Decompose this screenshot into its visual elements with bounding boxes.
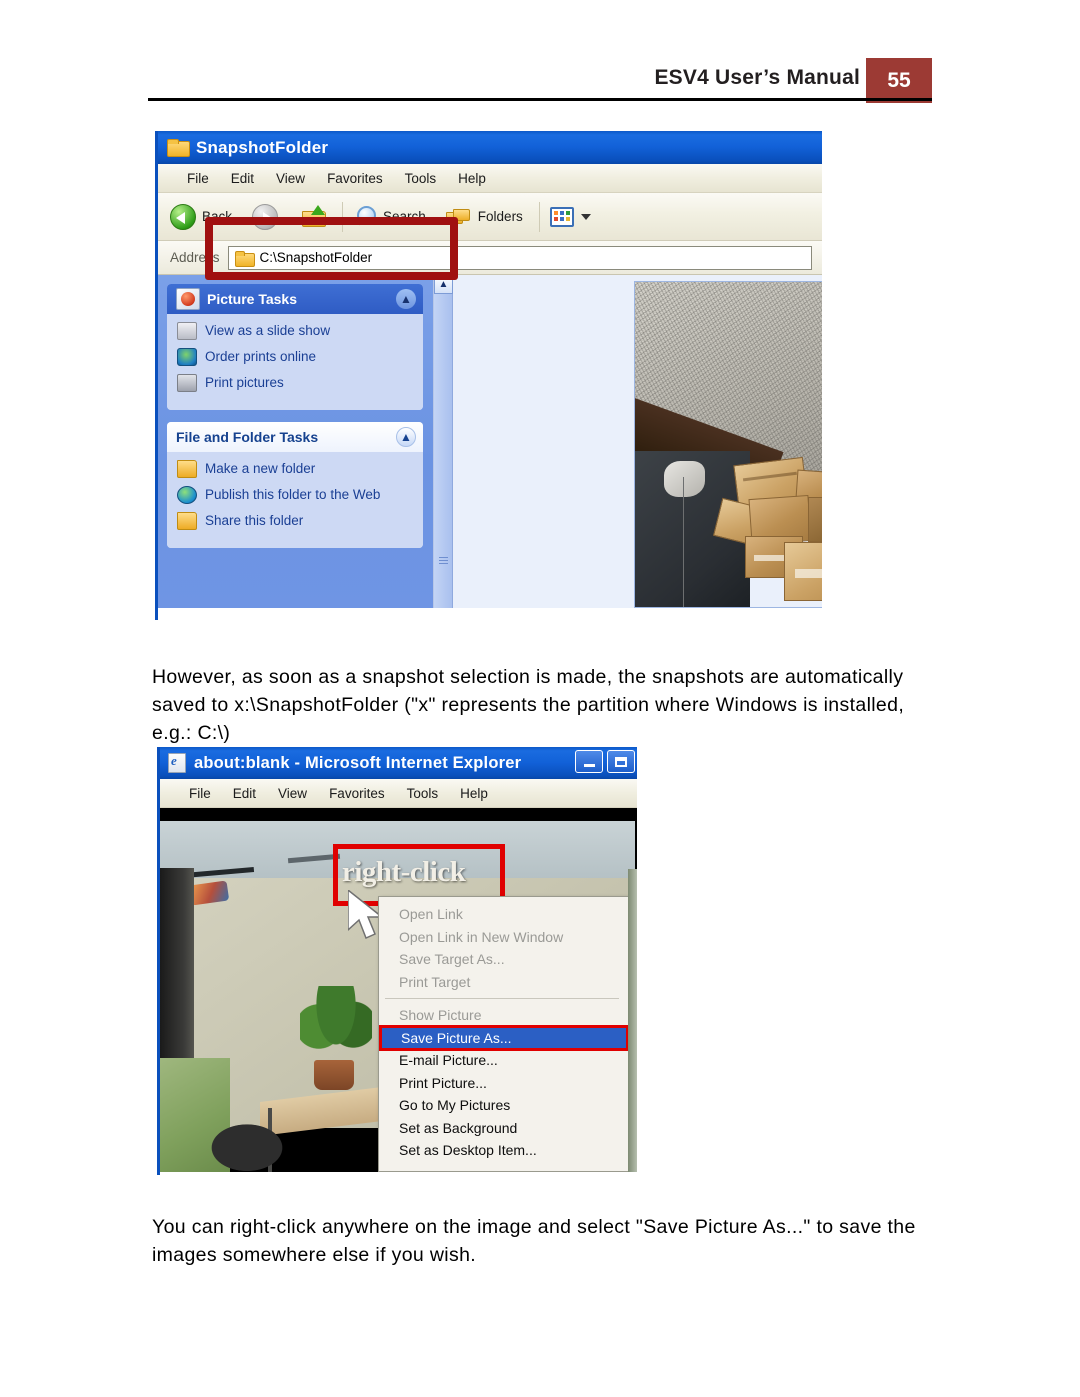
task-order-prints[interactable]: Order prints online [177,348,415,366]
task-label: View as a slide show [205,323,331,338]
photo-wire [683,477,684,607]
context-menu-item-print-picture[interactable]: Print Picture... [379,1072,629,1095]
photo-box [783,542,822,601]
explorer-task-sidebar: Picture Tasks ▲ View as a slide show Ord… [158,275,433,608]
menu-item-tools[interactable]: Tools [396,786,450,801]
menu-item-edit[interactable]: Edit [220,171,265,186]
task-label: Order prints online [205,349,317,364]
menu-item-file[interactable]: File [178,786,222,801]
folder-icon [167,139,190,157]
context-menu-item-save-target-as[interactable]: Save Target As... [379,948,629,971]
minimize-icon [583,764,595,767]
right-click-annotation-label: right-click [342,856,466,888]
toolbar-separator-2 [538,201,540,232]
scroll-grip-icon[interactable] [439,557,448,565]
file-and-folder-tasks-body: Make a new folder Publish this folder to… [167,452,423,548]
context-menu-item-set-as-background[interactable]: Set as Background [379,1117,629,1140]
minimize-button[interactable] [575,750,603,773]
chevron-up-icon[interactable]: ▲ [396,289,416,309]
photo-plant-pot [314,1060,354,1090]
scrollbar-vertical[interactable]: ▲ [434,275,453,608]
context-menu-item-show-picture[interactable]: Show Picture [379,1004,629,1027]
menu-item-help[interactable]: Help [449,786,499,801]
picture-tasks-panel: Picture Tasks ▲ View as a slide show Ord… [167,284,423,410]
task-label: Publish this folder to the Web [205,487,381,502]
paragraph-snapshot-folder: However, as soon as a snapshot selection… [152,665,905,745]
picture-tasks-title: Picture Tasks [207,291,298,307]
paragraph-save-picture-as: You can right-click anywhere on the imag… [152,1215,916,1266]
internet-explorer-window[interactable]: about:blank - Microsoft Internet Explore… [157,747,637,1175]
task-view-slideshow[interactable]: View as a slide show [177,322,415,340]
page-number: 55 [887,68,911,92]
picture-tasks-icon [176,288,200,310]
file-and-folder-tasks-panel: File and Folder Tasks ▲ Make a new folde… [167,422,423,548]
photo-chair [202,1118,292,1172]
file-and-folder-tasks-title: File and Folder Tasks [176,429,319,445]
context-menu-item-print-target[interactable]: Print Target [379,971,629,994]
picture-tasks-header[interactable]: Picture Tasks ▲ [167,284,423,314]
menu-item-view[interactable]: View [265,171,316,186]
context-menu-item-set-as-desktop-item[interactable]: Set as Desktop Item... [379,1139,629,1162]
publish-web-icon [177,486,197,504]
views-button[interactable] [549,206,591,227]
header-divider [148,98,932,101]
back-arrow-icon [170,203,196,230]
ie-page-area[interactable]: right-click Open Link Open Link in New W… [160,808,637,1172]
menu-item-file[interactable]: File [176,171,220,186]
chevron-up-icon[interactable]: ▲ [396,427,416,447]
task-share-folder[interactable]: Share this folder [177,512,415,530]
explorer-title-bar[interactable]: SnapshotFolder [158,131,822,164]
task-label: Make a new folder [205,461,316,476]
maximize-icon [615,756,627,767]
context-menu-item-save-picture-as[interactable]: Save Picture As... [379,1024,629,1051]
window-controls[interactable] [575,750,637,773]
order-prints-icon [177,348,197,366]
context-menu[interactable]: Open Link Open Link in New Window Save T… [378,896,630,1172]
page-title: ESV4 User’s Manual [654,66,860,89]
folders-button-label: Folders [477,209,523,224]
new-folder-icon [177,460,197,478]
snapshot-thumbnail[interactable] [634,281,822,608]
ie-window-right-edge [628,869,637,1172]
task-label: Share this folder [205,513,304,528]
task-make-new-folder[interactable]: Make a new folder [177,460,415,478]
explorer-window[interactable]: SnapshotFolder File Edit View Favorites … [155,131,822,620]
file-and-folder-tasks-header[interactable]: File and Folder Tasks ▲ [167,422,423,452]
address-bar-highlight-box [205,217,458,280]
task-label: Print pictures [205,375,284,390]
page-header: ESV4 User’s Manual 55 [0,0,1080,110]
task-publish-to-web[interactable]: Publish this folder to the Web [177,486,415,504]
photo-top-bar [160,808,635,821]
explorer-window-title: SnapshotFolder [196,137,329,157]
context-menu-item-email-picture[interactable]: E-mail Picture... [379,1049,629,1072]
context-menu-item-open-link[interactable]: Open Link [379,903,629,926]
explorer-menu-bar[interactable]: File Edit View Favorites Tools Help [158,164,822,193]
menu-item-favorites[interactable]: Favorites [318,786,396,801]
picture-tasks-body: View as a slide show Order prints online… [167,314,423,410]
menu-item-view[interactable]: View [267,786,318,801]
context-menu-item-open-link-new-window[interactable]: Open Link in New Window [379,926,629,949]
menu-item-tools[interactable]: Tools [394,171,448,186]
ie-window-title: about:blank - Microsoft Internet Explore… [194,753,522,772]
menu-item-edit[interactable]: Edit [222,786,267,801]
ie-menu-bar[interactable]: File Edit View Favorites Tools Help [160,779,637,808]
chevron-down-icon[interactable] [580,213,591,220]
print-pictures-icon [177,374,197,392]
photo-box [807,496,822,542]
explorer-content-pane[interactable]: ▲ [433,275,822,608]
context-menu-separator [385,998,619,999]
context-menu-item-go-to-my-pictures[interactable]: Go to My Pictures [379,1094,629,1117]
task-print-pictures[interactable]: Print pictures [177,374,415,392]
share-folder-icon [177,512,197,530]
menu-item-favorites[interactable]: Favorites [316,171,394,186]
maximize-button[interactable] [607,750,635,773]
explorer-body: Picture Tasks ▲ View as a slide show Ord… [158,275,822,608]
ie-document-icon [168,753,186,773]
views-icon [549,206,574,227]
menu-item-help[interactable]: Help [447,171,497,186]
photo-bag [663,460,705,497]
ie-title-bar[interactable]: about:blank - Microsoft Internet Explore… [160,747,637,779]
slideshow-icon [177,322,197,340]
